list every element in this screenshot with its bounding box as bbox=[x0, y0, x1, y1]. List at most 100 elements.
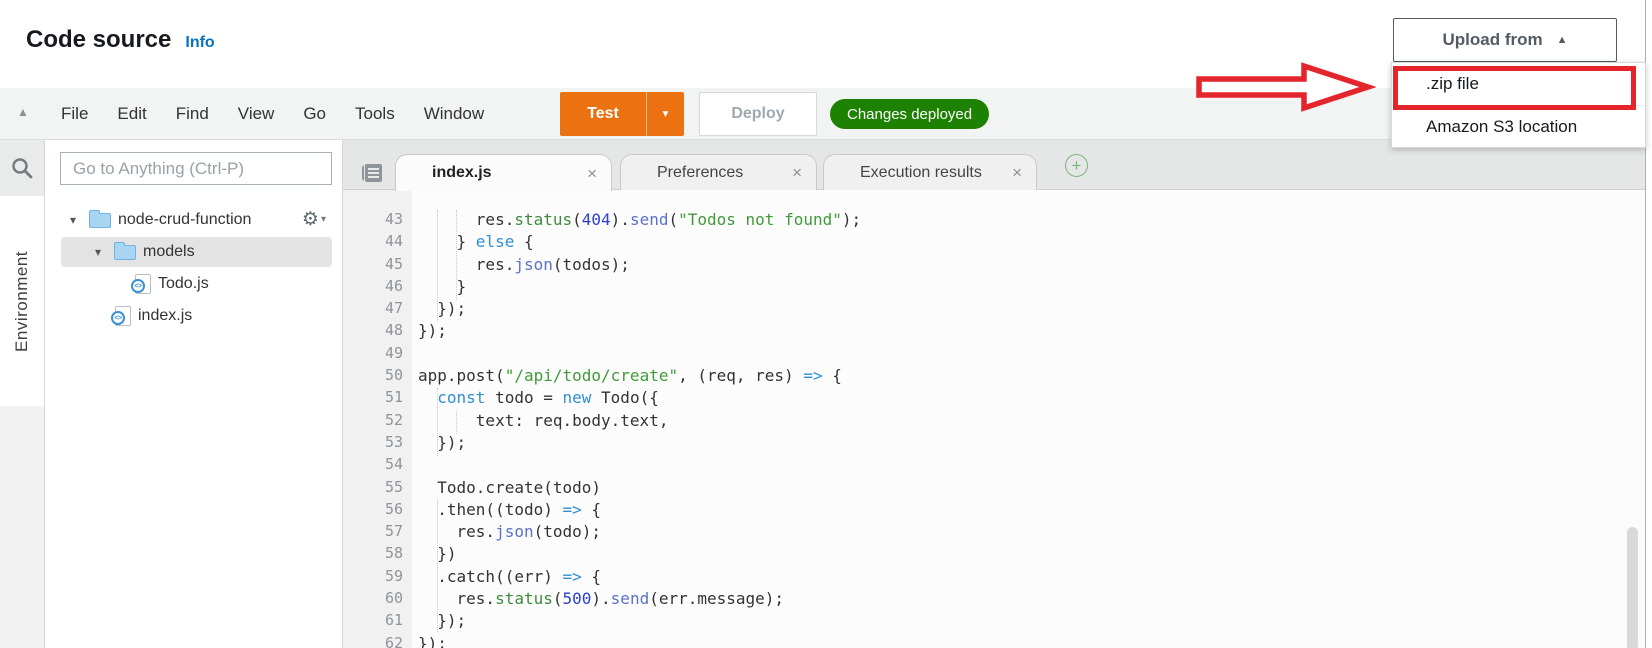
tab-index-js[interactable]: index.js × bbox=[395, 154, 612, 191]
line-number: 43 bbox=[384, 210, 403, 228]
indent-guide bbox=[437, 388, 438, 456]
new-tab-icon[interactable]: + bbox=[1065, 154, 1088, 177]
line-number: 48 bbox=[384, 321, 403, 340]
code-line: res.status(404).send("Todos not found"); bbox=[418, 210, 862, 229]
deploy-button[interactable]: Deploy bbox=[699, 92, 817, 136]
line-number: 45 bbox=[384, 254, 403, 273]
indent-guide bbox=[456, 411, 457, 434]
code-line: } else { bbox=[418, 232, 534, 252]
js-file-icon: <> bbox=[131, 274, 151, 294]
upload-from-label: Upload from bbox=[1442, 30, 1543, 49]
menu-item-tools[interactable]: Tools bbox=[355, 104, 395, 124]
line-number: 59 bbox=[384, 566, 403, 585]
line-number: 53 bbox=[384, 432, 403, 451]
menu-item-find[interactable]: Find bbox=[176, 104, 209, 124]
tree-item-node-crud-function[interactable]: ▾ node-crud-function ⚙ ▾ bbox=[45, 204, 342, 236]
code-line: } bbox=[418, 276, 467, 296]
menu-item-view[interactable]: View bbox=[238, 104, 275, 124]
tree-item-index-js[interactable]: <> index.js bbox=[45, 300, 342, 332]
tab-label: index.js bbox=[432, 164, 492, 181]
tree-item-label: models bbox=[143, 243, 195, 260]
tab-preferences[interactable]: Preferences × bbox=[620, 154, 817, 190]
changes-deployed-label: Changes deployed bbox=[847, 105, 973, 123]
tree-item-label: index.js bbox=[138, 307, 193, 324]
line-number: 49 bbox=[384, 343, 403, 362]
close-icon[interactable]: × bbox=[1012, 164, 1022, 181]
line-number: 61 bbox=[384, 611, 403, 630]
code-content: res.status(404).send("Todos not found");… bbox=[412, 190, 1645, 648]
menu-item-go[interactable]: Go bbox=[303, 104, 326, 124]
vertical-scrollbar-thumb[interactable] bbox=[1627, 527, 1638, 648]
tree-item-todo-js[interactable]: <> Todo.js bbox=[45, 268, 342, 300]
line-number: 57 bbox=[384, 522, 403, 541]
code-editor[interactable]: 43 44 45 46 47 48 49 50 51 52 53 54 55 56 57 58 59 60 61 62… bbox=[343, 190, 1645, 648]
tab-list-icon[interactable] bbox=[360, 162, 384, 184]
menu-item-edit[interactable]: Edit bbox=[117, 104, 146, 124]
close-icon[interactable]: × bbox=[792, 164, 802, 181]
line-number: 46 bbox=[384, 276, 403, 295]
code-line: res.json(todo); bbox=[418, 522, 602, 542]
menu-item-window[interactable]: Window bbox=[424, 104, 484, 124]
upload-from-button[interactable]: Upload from ▲ bbox=[1393, 18, 1617, 62]
disclosure-triangle-icon[interactable]: ▾ bbox=[95, 245, 107, 259]
changes-deployed-badge: Changes deployed bbox=[830, 99, 990, 129]
tree-item-label: node-crud-function bbox=[118, 211, 252, 228]
test-dropdown-caret-icon[interactable]: ▼ bbox=[647, 92, 684, 136]
left-rail: Environment bbox=[0, 140, 45, 648]
environment-panel-tab[interactable]: Environment bbox=[0, 196, 44, 406]
folder-icon bbox=[114, 241, 136, 260]
close-icon[interactable]: × bbox=[587, 165, 597, 182]
rail-search-section[interactable] bbox=[0, 140, 44, 196]
code-line: }); bbox=[418, 321, 447, 341]
line-number: 55 bbox=[384, 477, 403, 496]
tree-item-models[interactable]: ▾ models bbox=[45, 236, 342, 268]
go-to-anything-input[interactable] bbox=[60, 152, 332, 185]
code-line: res.status(500).send(err.message); bbox=[418, 589, 785, 609]
code-line: .then((todo) => { bbox=[418, 499, 602, 519]
code-line: text: req.body.text, bbox=[418, 410, 669, 430]
code-line: }); bbox=[418, 633, 447, 648]
code-line: const todo = new Todo({ bbox=[437, 388, 659, 408]
line-number: 50 bbox=[384, 366, 403, 385]
file-tree: ▾ node-crud-function ⚙ ▾ ▾ models <> Todo.js <> i… bbox=[45, 204, 342, 332]
line-number: 51 bbox=[384, 388, 403, 407]
info-link[interactable]: Info bbox=[185, 34, 214, 52]
code-line: .catch((err) => { bbox=[418, 566, 602, 586]
line-number: 62 bbox=[384, 633, 403, 648]
indent-guide bbox=[437, 210, 438, 322]
test-button-label[interactable]: Test bbox=[560, 92, 647, 136]
test-button[interactable]: Test ▼ bbox=[560, 92, 684, 136]
js-file-icon: <> bbox=[111, 306, 131, 326]
line-number: 44 bbox=[384, 232, 403, 251]
indent-guide bbox=[456, 210, 457, 300]
upload-from-menu: .zip file Amazon S3 location bbox=[1391, 62, 1646, 148]
line-number: 58 bbox=[384, 544, 403, 563]
gear-icon[interactable]: ⚙ ▾ bbox=[302, 208, 326, 231]
tab-label: Execution results bbox=[860, 163, 982, 181]
disclosure-triangle-icon[interactable]: ▾ bbox=[70, 213, 82, 227]
collapse-panel-icon[interactable]: ▲ bbox=[17, 105, 29, 119]
upload-menu-items: .zip file Amazon S3 location bbox=[1392, 63, 1645, 147]
search-icon bbox=[12, 158, 33, 179]
tree-item-label: Todo.js bbox=[158, 275, 209, 292]
code-line: res.json(todos); bbox=[418, 254, 630, 274]
folder-icon bbox=[89, 209, 111, 228]
environment-label[interactable]: Environment bbox=[12, 251, 32, 352]
code-line: }); bbox=[418, 611, 467, 631]
line-number-gutter: 43 44 45 46 47 48 49 50 51 52 53 54 55 56 57 58 59 60 61 62 bbox=[343, 190, 412, 648]
code-line: Todo.create(todo) bbox=[418, 477, 602, 497]
code-line: }); bbox=[418, 432, 467, 452]
code-line: }); bbox=[418, 299, 467, 319]
js-badge-icon: <> bbox=[131, 279, 145, 293]
tab-label: Preferences bbox=[657, 163, 744, 181]
tab-execution-results[interactable]: Execution results × bbox=[823, 154, 1037, 190]
code-line: app.post("/api/todo/create", (req, res) … bbox=[418, 366, 842, 386]
upload-menu-item-zip-file[interactable]: .zip file bbox=[1392, 63, 1645, 105]
line-number: 52 bbox=[384, 410, 403, 429]
page-title: Code source bbox=[26, 26, 172, 53]
upload-menu-item-amazon-s3-location[interactable]: Amazon S3 location bbox=[1392, 105, 1645, 147]
menu-items: File Edit Find View Go Tools Window bbox=[61, 88, 484, 139]
menu-item-file[interactable]: File bbox=[61, 104, 88, 124]
window-edge bbox=[1645, 0, 1652, 648]
